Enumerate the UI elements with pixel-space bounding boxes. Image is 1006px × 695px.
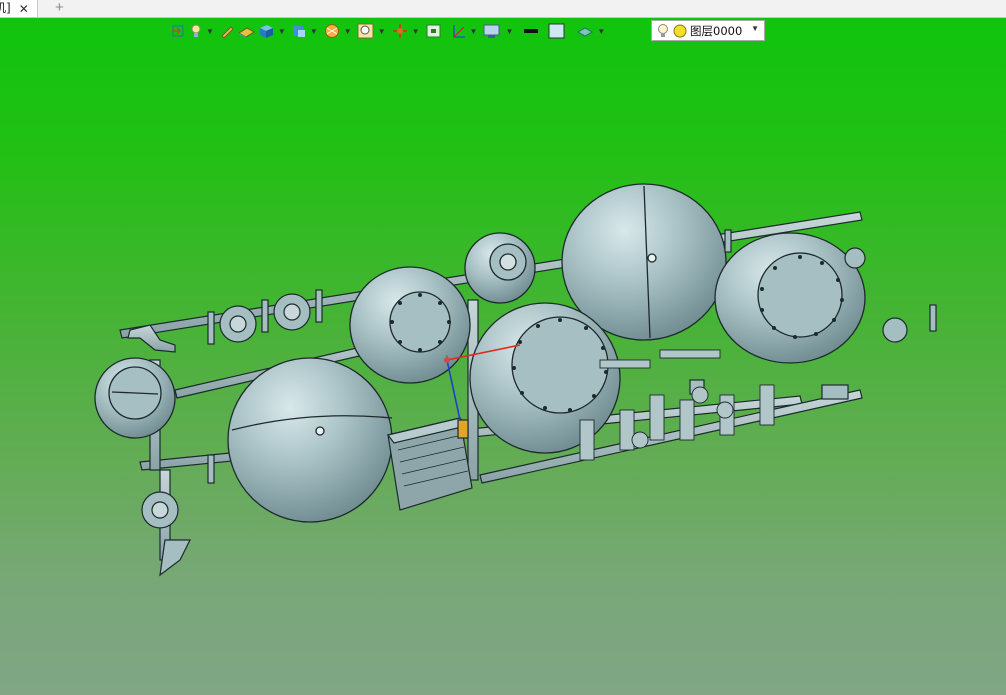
chevron-down-icon[interactable]: ▼ [751, 24, 759, 33]
chevron-down-icon[interactable]: ▼ [470, 27, 478, 36]
display-icon[interactable] [482, 21, 502, 41]
chevron-down-icon[interactable]: ▼ [378, 27, 386, 36]
zoom-icon[interactable] [357, 21, 375, 41]
chevron-down-icon[interactable]: ▼ [412, 27, 420, 36]
layer-select[interactable]: 图层0000 ▼ [651, 20, 765, 41]
pan-icon[interactable] [391, 21, 409, 41]
cube-icon[interactable] [257, 21, 275, 41]
chevron-down-icon[interactable]: ▼ [278, 27, 286, 36]
import-icon[interactable] [171, 21, 187, 41]
chevron-down-icon[interactable]: ▼ [505, 27, 513, 36]
render-icon[interactable] [323, 21, 341, 41]
pencil-icon[interactable] [219, 21, 235, 41]
layer-name: 图层0000 [690, 23, 743, 38]
fit-icon[interactable] [425, 21, 443, 41]
pump-station-model[interactable] [0, 0, 1006, 695]
section-icon[interactable] [451, 21, 467, 41]
yellow-dot-icon [673, 24, 687, 37]
view-cube-icon[interactable] [291, 21, 307, 41]
chevron-down-icon[interactable]: ▼ [206, 27, 214, 36]
chevron-down-icon[interactable]: ▼ [597, 27, 605, 36]
fill-color-icon[interactable] [548, 21, 566, 41]
chevron-down-icon[interactable]: ▼ [310, 27, 318, 36]
sheet-icon[interactable] [237, 21, 255, 41]
light-bulb-icon[interactable] [189, 21, 203, 41]
line-color-icon[interactable] [522, 21, 540, 41]
light-bulb-icon [658, 23, 668, 37]
chevron-down-icon[interactable]: ▼ [344, 27, 352, 36]
view-toolbar: ▼ ▼ ▼ ▼ ▼ ▼ ▼ ▼ ▼ [171, 21, 608, 41]
layer-icon[interactable] [576, 21, 594, 41]
